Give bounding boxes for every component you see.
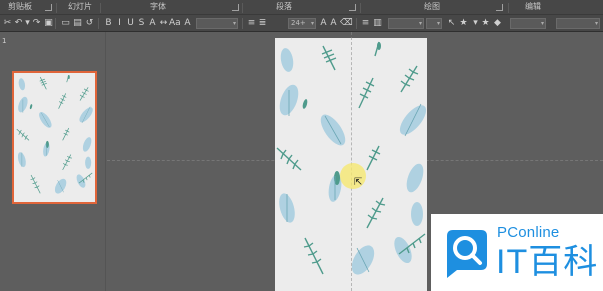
ribbon-group-slides: 幻灯片 [68, 2, 92, 11]
clear-format-icon[interactable]: ⌫ [340, 18, 353, 29]
ribbon-separator [508, 3, 509, 13]
select-arrow-icon[interactable]: ↖ [446, 18, 457, 29]
toolbar-separator [242, 18, 243, 29]
font-size-value: 24+ [291, 19, 306, 27]
star-shape-icon[interactable]: ★ [480, 18, 491, 29]
align-text-icon[interactable]: ≡ [360, 18, 371, 29]
ribbon-group-editing: 编辑 [525, 2, 541, 11]
clipboard-launcher-icon[interactable] [45, 4, 52, 11]
drawing-launcher-icon[interactable] [496, 4, 503, 11]
pconline-watermark: PConline IT百科 [431, 214, 603, 291]
slide-thumbnail-panel: 1 [0, 32, 106, 291]
italic-icon[interactable]: I [114, 18, 125, 29]
font-launcher-icon[interactable] [232, 4, 239, 11]
paragraph-select[interactable]: ▾ [388, 18, 424, 29]
font-size-select[interactable]: 24+ ▾ [288, 18, 316, 29]
ribbon-separator [242, 3, 243, 13]
ribbon-separator [56, 3, 57, 13]
format-painter-icon[interactable]: ▣ [43, 18, 54, 29]
ribbon-group-labels: 剪贴板 幻灯片 字体 段落 绘图 编辑 [0, 0, 603, 15]
powerpoint-window: 剪贴板 幻灯片 字体 段落 绘图 编辑 ✂ ↶ ▾ ↷ ▣ ▭ ▤ ↺ B I … [0, 0, 603, 291]
find-replace-select[interactable]: ▾ [556, 18, 600, 29]
paragraph-launcher-icon[interactable] [349, 4, 356, 11]
slide-number: 1 [2, 37, 7, 45]
watermark-title: IT百科 [496, 243, 599, 281]
slide-thumbnail[interactable] [12, 71, 97, 204]
change-case-icon[interactable]: Aa [169, 18, 181, 29]
ribbon-group-drawing: 绘图 [424, 2, 440, 11]
toolbar-separator [55, 18, 56, 29]
underline-icon[interactable]: U [125, 18, 136, 29]
watermark-brand: PConline [497, 224, 560, 241]
reset-icon[interactable]: ↺ [84, 18, 95, 29]
toolbar-separator [98, 18, 99, 29]
new-slide-icon[interactable]: ▭ [60, 18, 71, 29]
vertical-smart-guide [351, 32, 352, 291]
decrease-font-icon[interactable]: A [328, 18, 339, 29]
numbering-icon[interactable]: ≣ [257, 18, 268, 29]
ribbon-group-font: 字体 [150, 2, 166, 11]
font-color-icon[interactable]: A [182, 18, 193, 29]
magnifier-logo-icon [447, 230, 487, 278]
ribbon-separator [360, 3, 361, 13]
thumbnail-leaf-pattern-icon [15, 73, 95, 202]
layout-icon[interactable]: ▤ [72, 18, 83, 29]
bullets-icon[interactable]: ≡ [246, 18, 257, 29]
strikethrough-icon[interactable]: S [136, 18, 147, 29]
char-spacing-icon[interactable]: ↔ [158, 18, 169, 29]
font-name-select[interactable]: ▾ [196, 18, 238, 29]
ribbon-group-paragraph: 段落 [276, 2, 292, 11]
star-shape-icon[interactable]: ★ [458, 18, 469, 29]
ribbon-group-clipboard: 剪贴板 [8, 2, 32, 11]
toolbar-separator [356, 18, 357, 29]
shape-style-select[interactable]: ▾ [510, 18, 546, 29]
quick-toolbar: ✂ ↶ ▾ ↷ ▣ ▭ ▤ ↺ B I U S A ↔ Aa A ▾ ≡ ≣ 2… [0, 15, 603, 32]
shape-fill-icon[interactable]: ◆ [492, 18, 503, 29]
move-cursor-icon: ⇱ [354, 177, 363, 188]
shape-select[interactable]: ▾ [426, 18, 442, 29]
bold-icon[interactable]: B [103, 18, 114, 29]
ribbon-separator [100, 3, 101, 13]
columns-icon[interactable]: ▥ [372, 18, 383, 29]
shadow-icon[interactable]: A [147, 18, 158, 29]
redo-icon[interactable]: ↷ [31, 18, 42, 29]
cut-icon[interactable]: ✂ [2, 18, 13, 29]
